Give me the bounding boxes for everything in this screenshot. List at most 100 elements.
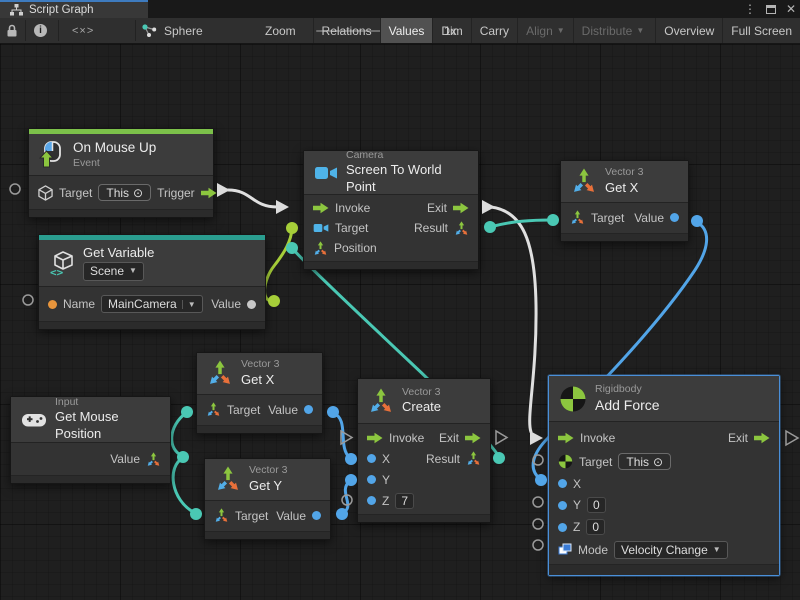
value-port[interactable] xyxy=(304,405,313,414)
enum-mode-icon[interactable] xyxy=(558,543,572,556)
z-value-field[interactable]: 7 xyxy=(395,493,414,509)
node-title: Get Y xyxy=(249,478,288,495)
relations-button[interactable]: Relations xyxy=(313,18,380,43)
node-title: Create xyxy=(402,399,441,416)
y-port[interactable] xyxy=(558,501,567,510)
maximize-icon[interactable] xyxy=(766,5,776,14)
invoke-label: Invoke xyxy=(389,431,424,445)
node-get-y[interactable]: Vector 3 Get Y Target Value xyxy=(204,458,331,540)
x-label: X xyxy=(573,477,581,491)
values-button[interactable]: Values xyxy=(380,18,433,43)
overview-button[interactable]: Overview xyxy=(655,18,722,43)
vector3-port-icon[interactable] xyxy=(214,508,229,523)
exit-port-icon[interactable] xyxy=(453,202,469,214)
gameobject-cube-icon xyxy=(38,185,53,201)
x-port[interactable] xyxy=(558,479,567,488)
value-port-label: Value xyxy=(211,297,241,311)
node-title: Get Variable xyxy=(83,245,154,262)
vector3-icon xyxy=(207,360,233,386)
invoke-port-icon[interactable] xyxy=(558,432,574,444)
exit-port-icon[interactable] xyxy=(754,432,770,444)
graph-network-icon xyxy=(142,24,157,38)
graph-breadcrumb[interactable]: Sphere xyxy=(142,18,203,43)
node-title: Add Force xyxy=(595,396,660,414)
tab-script-graph[interactable]: Script Graph xyxy=(0,0,148,18)
close-icon[interactable]: ✕ xyxy=(786,0,796,18)
target-this-button[interactable]: This⊙ xyxy=(98,184,151,201)
carry-button[interactable]: Carry xyxy=(471,18,517,43)
flow-arrow-icon[interactable] xyxy=(201,187,217,199)
value-port[interactable] xyxy=(247,300,256,309)
full-screen-button[interactable]: Full Screen xyxy=(722,18,800,43)
mouse-up-icon xyxy=(39,141,65,168)
name-port[interactable] xyxy=(48,300,57,309)
node-title: Get Mouse Position xyxy=(55,409,160,443)
lock-button[interactable] xyxy=(6,18,18,43)
node-get-x-top[interactable]: Vector 3 Get X Target Value xyxy=(560,160,689,242)
vector3-port-icon[interactable] xyxy=(454,221,469,236)
tab-title: Script Graph xyxy=(29,4,94,16)
variable-icon: <> xyxy=(49,250,75,277)
value-port[interactable] xyxy=(670,213,679,222)
align-dropdown[interactable]: Align▼ xyxy=(517,18,573,43)
vector3-port-icon[interactable] xyxy=(313,241,328,256)
input-gamepad-icon xyxy=(21,412,47,428)
exit-label: Exit xyxy=(427,201,447,215)
node-add-force[interactable]: Rigidbody Add Force Invoke Exit Target T… xyxy=(548,375,780,576)
info-button[interactable]: i xyxy=(34,18,47,43)
name-port-label: Name xyxy=(63,297,95,311)
y-port[interactable] xyxy=(367,475,376,484)
z-port[interactable] xyxy=(558,523,567,532)
target-label: Target xyxy=(235,509,268,523)
distribute-dropdown[interactable]: Distribute▼ xyxy=(573,18,653,43)
node-on-mouse-up[interactable]: On Mouse Up Event Target This⊙ Trigger xyxy=(28,128,214,218)
rigidbody-port-icon[interactable] xyxy=(558,454,573,469)
node-subtitle: Event xyxy=(73,157,156,171)
vector3-port-icon[interactable] xyxy=(146,452,161,467)
z-label: Z xyxy=(382,494,389,508)
node-title: On Mouse Up xyxy=(73,139,156,157)
vector3-port-icon[interactable] xyxy=(570,210,585,225)
invoke-port-icon[interactable] xyxy=(367,432,383,444)
invoke-port-icon[interactable] xyxy=(313,202,329,214)
window-menu-icon[interactable]: ⋮ xyxy=(744,0,756,18)
node-screen-to-world-point[interactable]: Camera Screen To World Point Invoke Exit… xyxy=(303,150,479,270)
target-this-button[interactable]: This⊙ xyxy=(618,453,671,470)
x-port[interactable] xyxy=(367,454,376,463)
chevron-down-icon: ▼ xyxy=(636,27,644,35)
target-label: Target xyxy=(335,221,368,235)
node-get-x-mid[interactable]: Vector 3 Get X Target Value xyxy=(196,352,323,434)
variable-name-dropdown[interactable]: MainCamera▼ xyxy=(101,295,203,313)
node-category: Vector 3 xyxy=(402,386,441,400)
vector3-port-icon[interactable] xyxy=(206,402,221,417)
node-get-mouse-position[interactable]: Input Get Mouse Position Value xyxy=(10,396,171,484)
y-value-field[interactable]: 0 xyxy=(587,497,606,513)
node-title: Get X xyxy=(605,180,644,197)
exit-port-icon[interactable] xyxy=(465,432,481,444)
node-category: Rigidbody xyxy=(595,383,660,397)
chevron-down-icon: ▼ xyxy=(713,545,721,554)
y-label: Y xyxy=(573,498,581,512)
target-label: Target xyxy=(579,455,612,469)
z-value-field[interactable]: 0 xyxy=(586,519,605,535)
value-label: Value xyxy=(110,452,140,466)
invoke-label: Invoke xyxy=(335,201,370,215)
mode-dropdown[interactable]: Velocity Change▼ xyxy=(614,541,728,559)
x-label: X xyxy=(382,452,390,466)
z-port[interactable] xyxy=(367,496,376,505)
result-label: Result xyxy=(414,221,448,235)
camera-port-icon[interactable] xyxy=(313,222,329,234)
dim-button[interactable]: Dim xyxy=(432,18,470,43)
value-port[interactable] xyxy=(312,511,321,520)
value-label: Value xyxy=(276,509,306,523)
variable-scope-dropdown[interactable]: Scene▼ xyxy=(83,262,144,282)
vector3-icon xyxy=(368,388,394,414)
connection-values-toggle[interactable]: <×> xyxy=(72,18,94,43)
result-label: Result xyxy=(426,452,460,466)
node-get-variable[interactable]: <> Get Variable Scene▼ Name MainCamera▼ … xyxy=(38,234,266,330)
node-create-vector3[interactable]: Vector 3 Create Invoke Exit X Result xyxy=(357,378,491,523)
target-label: Target xyxy=(591,211,624,225)
target-label: Target xyxy=(227,403,260,417)
vector3-port-icon[interactable] xyxy=(466,451,481,466)
node-category: Vector 3 xyxy=(249,464,288,478)
